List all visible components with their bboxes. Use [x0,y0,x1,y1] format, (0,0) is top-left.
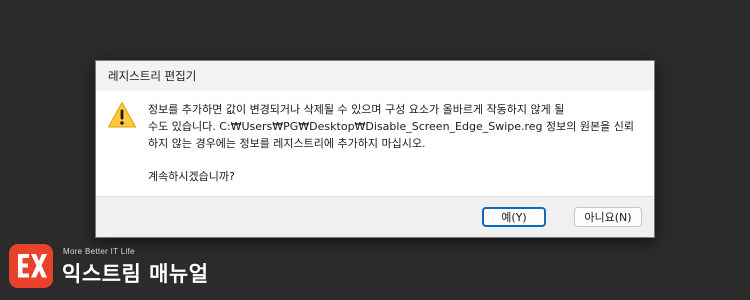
message-line: 정보를 추가하면 값이 변경되거나 삭제될 수 있으며 구성 요소가 올바르게 … [148,103,565,116]
dialog-title: 레지스트리 편집기 [108,69,197,83]
dialog-message: 정보를 추가하면 값이 변경되거나 삭제될 수 있으며 구성 요소가 올바르게 … [148,101,648,152]
dialog-question: 계속하시겠습니까? [148,170,235,183]
brand-tagline: More Better IT Life [63,247,135,256]
dialog-title-bar[interactable]: 레지스트리 편집기 [96,61,654,91]
registry-editor-dialog: 레지스트리 편집기 정보를 추가하면 값이 변경되거나 삭제될 수 있으며 구성… [95,60,655,238]
message-line: 하지 않는 경우에는 정보를 레지스트리에 추가하지 마십시오. [148,137,426,150]
ex-logo-icon [9,244,53,288]
no-button[interactable]: 아니요(N) [574,207,642,227]
yes-button[interactable]: 예(Y) [482,207,546,227]
dialog-footer: 예(Y) 아니요(N) [96,196,654,237]
message-line: 수도 있습니다. C:₩Users₩PG₩Desktop₩Disable_Scr… [148,120,634,133]
warning-icon [108,102,136,128]
dialog-content: 정보를 추가하면 값이 변경되거나 삭제될 수 있으며 구성 요소가 올바르게 … [96,91,654,197]
brand-name: 익스트림 매뉴얼 [62,262,209,286]
